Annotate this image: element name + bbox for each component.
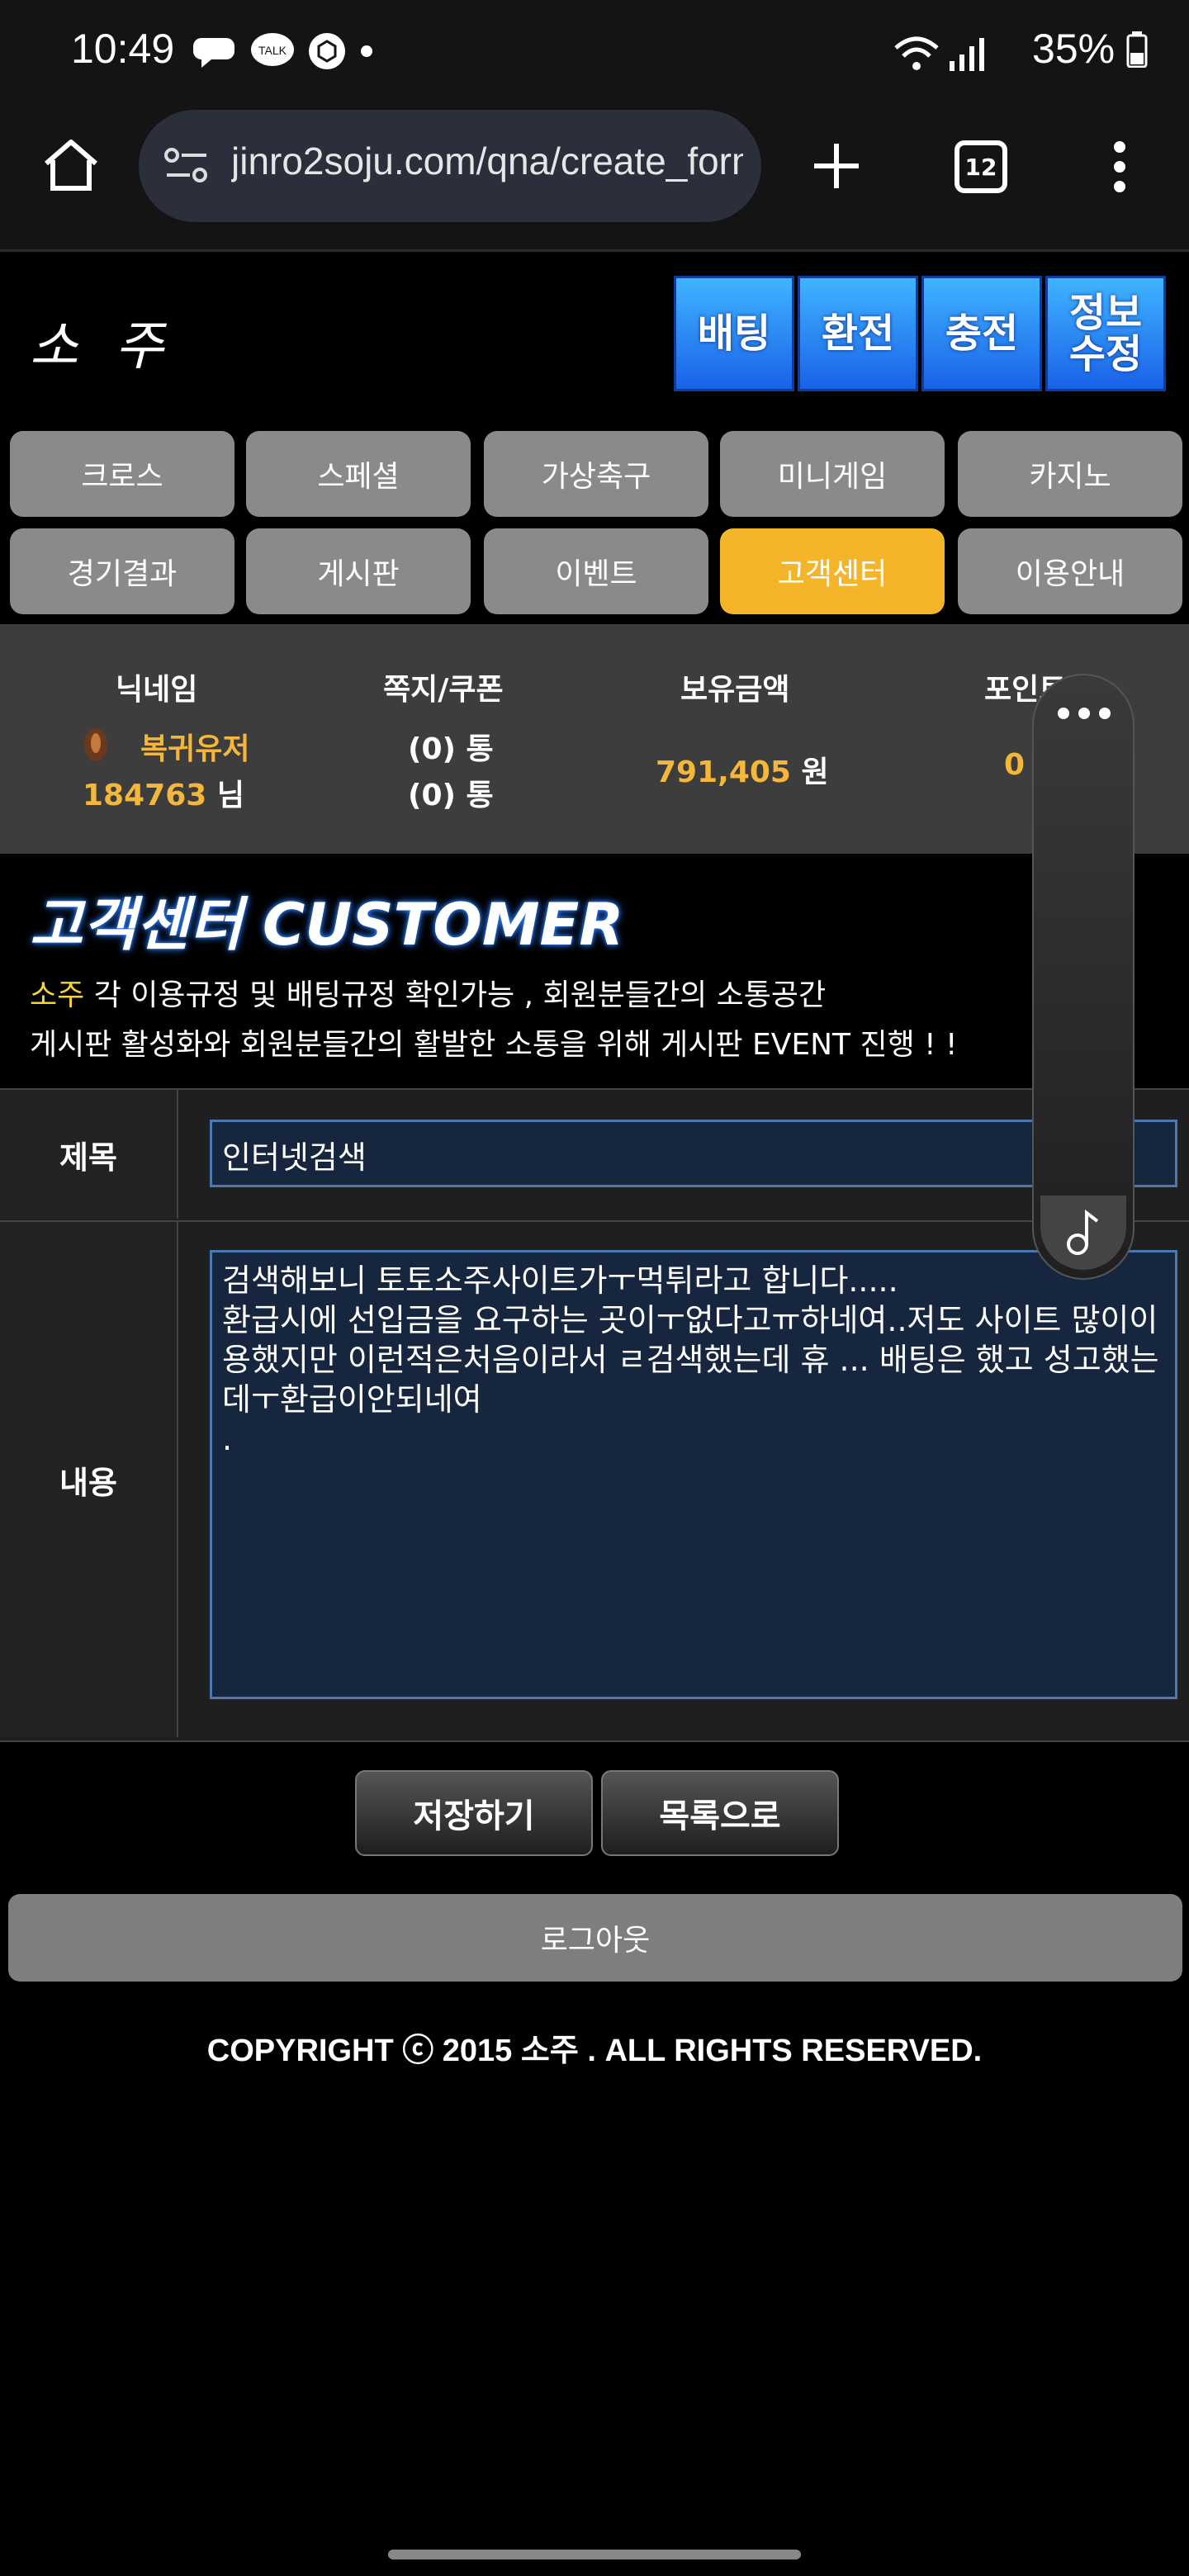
edit-info-button[interactable]: 정보 수정 (1045, 276, 1166, 391)
user-suffix: 님 (216, 779, 244, 812)
music-note-icon[interactable] (1040, 1196, 1126, 1270)
logout-button[interactable]: 로그아웃 (8, 1894, 1182, 1982)
nav-special[interactable]: 스페셜 (246, 431, 471, 517)
customer-desc-line1: 소주 각 이용규정 및 배팅규정 확인가능 , 회원분들간의 소통공간 (30, 971, 826, 1014)
coupon-count[interactable]: (0) 통 (408, 771, 494, 814)
betting-button[interactable]: 배팅 (674, 276, 794, 391)
save-button[interactable]: 저장하기 (355, 1770, 593, 1856)
nav-virtual-soccer[interactable]: 가상축구 (484, 431, 708, 517)
balance-value: 791,405 (656, 755, 791, 789)
nav-event[interactable]: 이벤트 (484, 528, 708, 614)
balance-row: 791,405 원 (656, 748, 829, 791)
chat-bubble-icon (193, 38, 234, 68)
charge-button[interactable]: 충전 (921, 276, 1042, 391)
site-logo[interactable]: 소 주 (30, 304, 173, 380)
user-id-row: 184763 님 (83, 771, 244, 814)
user-id: 184763 (83, 779, 207, 812)
nav-customer-center[interactable]: 고객센터 (720, 528, 945, 614)
content-label: 내용 (0, 1222, 178, 1737)
nav-guide[interactable]: 이용안내 (958, 528, 1182, 614)
url-text[interactable]: jinro2soju.com/qna/create_form (231, 139, 743, 183)
back-to-list-button[interactable]: 목록으로 (601, 1770, 839, 1856)
battery-level: 35% (1032, 25, 1148, 73)
battery-icon (1126, 31, 1148, 69)
subject-label: 제목 (0, 1090, 178, 1219)
exchange-button[interactable]: 환전 (798, 276, 918, 391)
nav-board[interactable]: 게시판 (246, 528, 471, 614)
copyright-text: COPYRIGHT ⓒ 2015 소주 . ALL RIGHTS RESERVE… (206, 2034, 983, 2068)
customer-center-title: 고객센터 CUSTOMER (30, 891, 624, 959)
notification-icons: TALK (192, 31, 375, 71)
signal-icon (948, 36, 988, 76)
customer-desc-line2: 게시판 활성화와 회원분들간의 활발한 소통을 위해 게시판 EVENT 진행 … (30, 1028, 958, 1062)
svg-text:TALK: TALK (258, 44, 287, 57)
wifi-icon (892, 33, 941, 78)
battery-percent: 35% (1032, 26, 1116, 72)
points-value: 0 (1004, 748, 1026, 782)
brand-highlight: 소주 (30, 978, 85, 1012)
nickname-header: 닉네임 (116, 673, 198, 707)
message-coupon-header: 쪽지/쿠폰 (383, 673, 504, 707)
nav-casino[interactable]: 카지노 (958, 431, 1182, 517)
content-textarea[interactable]: 검색해보니 토토소주사이트가ㅜ먹튀라고 합니다..... 환급시에 선입금을 요… (210, 1250, 1177, 1699)
talk-icon: TALK (251, 33, 294, 66)
new-tab-icon[interactable] (809, 137, 864, 198)
dot-icon (361, 45, 372, 57)
box-icon (309, 33, 345, 69)
tab-switcher-button[interactable]: 12 (955, 140, 1007, 193)
nav-minigame[interactable]: 미니게임 (720, 431, 945, 517)
panel-more-icon[interactable] (1055, 705, 1113, 725)
status-bar: 10:49 TALK 35% (0, 0, 1189, 107)
nickname-value: 복귀유저 (140, 732, 250, 766)
gesture-home-indicator[interactable] (388, 2550, 801, 2559)
desc-line1-text: 각 이용규정 및 배팅규정 확인가능 , 회원분들간의 소통공간 (84, 978, 827, 1012)
message-count[interactable]: (0) 통 (408, 725, 494, 768)
floating-side-panel[interactable] (1032, 674, 1135, 1280)
home-icon[interactable] (40, 135, 102, 198)
status-time: 10:49 (71, 26, 175, 72)
level-icon (79, 725, 112, 768)
more-menu-icon[interactable] (1111, 140, 1128, 197)
balance-unit: 원 (801, 755, 829, 789)
site-settings-icon[interactable] (162, 145, 211, 190)
balance-header: 보유금액 (680, 673, 790, 707)
nav-results[interactable]: 경기결과 (10, 528, 234, 614)
tab-count: 12 (964, 153, 997, 181)
nav-cross[interactable]: 크로스 (10, 431, 234, 517)
